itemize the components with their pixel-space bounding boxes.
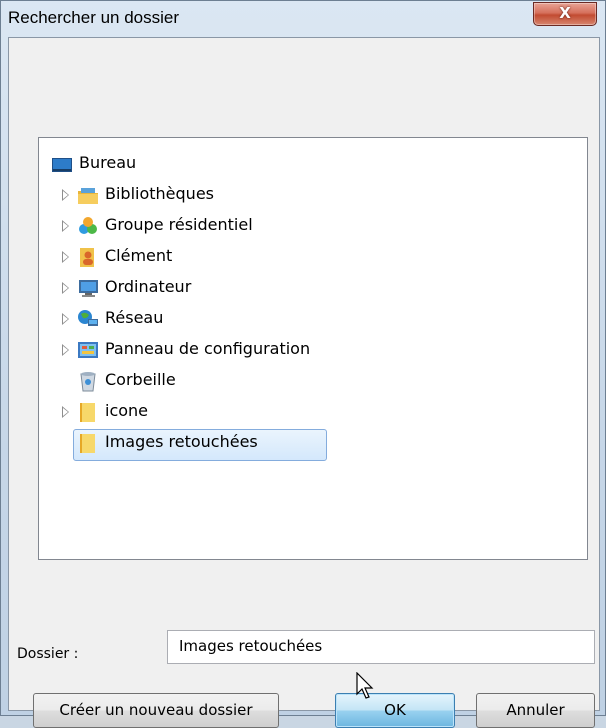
title-bar[interactable]: Rechercher un dossier X xyxy=(1,1,605,37)
tree-item-label: Corbeille xyxy=(105,370,176,389)
libraries-icon xyxy=(78,188,98,204)
tree-item-label: icone xyxy=(105,401,149,420)
expand-arrow-icon[interactable] xyxy=(62,220,69,232)
expand-arrow-icon[interactable] xyxy=(62,251,69,263)
tree-item-label: Images retouchées xyxy=(105,432,258,451)
tree-item-label: Ordinateur xyxy=(105,277,192,296)
dialog-window: Rechercher un dossier X PC ASTUCES xyxy=(0,0,606,728)
close-button[interactable]: X xyxy=(533,2,597,26)
expand-arrow-icon[interactable] xyxy=(62,282,69,294)
expand-arrow-icon[interactable] xyxy=(62,189,69,201)
folder-icon xyxy=(80,403,95,422)
tree-item-label: Clément xyxy=(105,246,173,265)
expand-arrow-icon[interactable] xyxy=(62,313,69,325)
computer-icon xyxy=(79,280,98,297)
mouse-cursor-icon xyxy=(356,672,374,699)
folder-icon xyxy=(80,434,95,453)
tree-item-label: Bureau xyxy=(79,153,137,172)
recycle-bin-icon xyxy=(80,372,96,392)
control-panel-icon xyxy=(78,342,98,358)
ok-button[interactable]: OK xyxy=(335,693,455,728)
user-folder-icon xyxy=(80,248,94,267)
folder-field-label: Dossier : xyxy=(17,646,79,662)
folder-tree[interactable]: Bureau Bibliothèques Groupe résidentiel … xyxy=(38,137,588,560)
folder-name-input[interactable]: Images retouchées xyxy=(167,630,595,664)
tree-item-label: Groupe résidentiel xyxy=(105,215,253,234)
homegroup-icon xyxy=(79,217,97,234)
expand-arrow-icon[interactable] xyxy=(62,344,69,356)
window-title: Rechercher un dossier xyxy=(8,8,180,27)
desktop-icon xyxy=(52,158,72,172)
tree-item-label: Bibliothèques xyxy=(105,184,214,203)
expand-arrow-icon[interactable] xyxy=(62,406,69,418)
cancel-button[interactable]: Annuler xyxy=(476,693,595,728)
close-icon: X xyxy=(559,4,571,22)
create-folder-button[interactable]: Créer un nouveau dossier xyxy=(33,693,279,728)
tree-item-label: Panneau de configuration xyxy=(105,339,311,358)
network-icon xyxy=(78,310,98,326)
tree-item-label: Réseau xyxy=(105,308,164,327)
dialog-client-area: PC ASTUCES Bureau Biblio xyxy=(8,37,600,728)
